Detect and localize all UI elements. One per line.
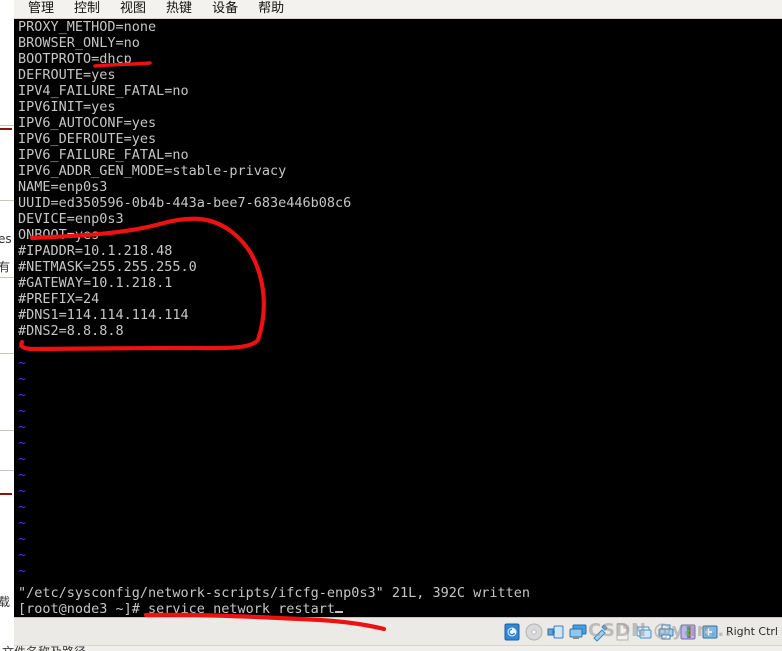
terminal-config-line: BOOTPROTO=dhcp [18, 51, 132, 67]
terminal-empty-line-marker: ~ [18, 419, 27, 435]
menu-help[interactable]: 帮助 [258, 0, 284, 18]
terminal-config-line: NAME=enp0s3 [18, 179, 108, 195]
terminal-bottom-lines: "/etc/sysconfig/network-scripts/ifcfg-en… [14, 585, 782, 617]
menu-bar: 管理 控制 视图 热键 设备 帮助 [14, 0, 782, 19]
cd-dvd-icon[interactable] [524, 622, 544, 642]
terminal-empty-line-marker: ~ [18, 499, 27, 515]
terminal-config-line: DEVICE=enp0s3 [18, 211, 124, 227]
terminal-empty-line-marker: ~ [18, 387, 27, 403]
terminal-cursor [334, 611, 343, 613]
terminal-config-line: #PREFIX=24 [18, 291, 100, 307]
vim-buffer-config-lines: PROXY_METHOD=none BROWSER_ONLY=no BOOTPROT… [14, 19, 782, 339]
menu-hotkey[interactable]: 热键 [166, 0, 192, 18]
terminal-empty-line-marker: ~ [18, 355, 27, 371]
terminal-empty-line-marker: ~ [18, 547, 27, 563]
csdn-watermark: CSDN @yan... [588, 620, 732, 641]
terminal-empty-line-marker: ~ [18, 483, 27, 499]
terminal-empty-line-marker: ~ [18, 467, 27, 483]
menu-manage[interactable]: 管理 [28, 0, 54, 18]
terminal-config-line: #DNS2=8.8.8.8 [18, 323, 124, 339]
terminal-config-line: BROWSER_ONLY=no [18, 35, 140, 51]
menu-device[interactable]: 设备 [212, 0, 238, 18]
terminal-screen[interactable]: PROXY_METHOD=none BROWSER_ONLY=no BOOTPROT… [14, 19, 782, 617]
terminal-config-line: IPV6_FAILURE_FATAL=no [18, 147, 189, 163]
screenshot-root: es 有 载 管理 控制 视图 热键 设备 帮助 PROXY_METHOD=no… [0, 0, 782, 651]
terminal-empty-line-marker: ~ [18, 371, 27, 387]
window-bottom-edge [14, 645, 782, 651]
terminal-config-line: IPV6_DEFROUTE=yes [18, 131, 157, 147]
terminal-config-line: DEFROUTE=yes [18, 67, 116, 83]
shell-prompt-text: [root@node3 ~]# service network restart [18, 601, 335, 617]
terminal-config-line: PROXY_METHOD=none [18, 19, 157, 35]
terminal-config-line: IPV4_FAILURE_FATAL=no [18, 83, 189, 99]
status-hint-text: Right Ctrl [725, 625, 778, 638]
menu-view[interactable]: 视图 [120, 0, 146, 18]
terminal-config-line: ONBOOT=yes [18, 227, 100, 243]
terminal-empty-line-marker: ~ [18, 339, 27, 355]
terminal-config-line: UUID=ed350596-0b4b-443a-bee7-683e446b08c… [18, 195, 352, 211]
terminal-config-line: IPV6_AUTOCONF=yes [18, 115, 157, 131]
terminal-config-line: IPV6_ADDR_GEN_MODE=stable-privacy [18, 163, 287, 179]
terminal-empty-line-marker: ~ [18, 451, 27, 467]
terminal-config-line: #IPADDR=10.1.218.48 [18, 243, 173, 259]
background-fragment-1: 有 [0, 260, 11, 274]
terminal-config-line: #DNS1=114.114.114.114 [18, 307, 189, 323]
terminal-empty-line-marker: ~ [18, 435, 27, 451]
terminal-config-line: IPV6INIT=yes [18, 99, 116, 115]
vmware-window: 管理 控制 视图 热键 设备 帮助 PROXY_METHOD=none BROWS… [14, 0, 782, 651]
terminal-empty-line-marker: ~ [18, 563, 27, 579]
background-fragment-0: es [0, 232, 12, 246]
network-adapter-icon[interactable] [546, 622, 566, 642]
shell-prompt-line: [root@node3 ~]# service network restart [14, 601, 782, 617]
terminal-config-line: #NETMASK=255.255.255.0 [18, 259, 197, 275]
terminal-empty-line-marker: ~ [18, 403, 27, 419]
display-icon[interactable] [568, 622, 588, 642]
terminal-empty-line-marker: ~ [18, 515, 27, 531]
terminal-config-line: #GATEWAY=10.1.218.1 [18, 275, 173, 291]
terminal-empty-line-marker: ~ [18, 531, 27, 547]
background-bottom-text: 文件名称及路径 [2, 643, 86, 651]
vim-status-line: "/etc/sysconfig/network-scripts/ifcfg-en… [18, 585, 531, 601]
vim-empty-line-markers: ~ ~ ~ ~ ~ ~ ~ ~ ~ ~ ~ ~ ~ ~ ~ [14, 339, 782, 579]
hard-disk-icon[interactable] [502, 622, 522, 642]
menu-control[interactable]: 控制 [74, 0, 100, 18]
background-fragment-2: 载 [0, 595, 11, 609]
